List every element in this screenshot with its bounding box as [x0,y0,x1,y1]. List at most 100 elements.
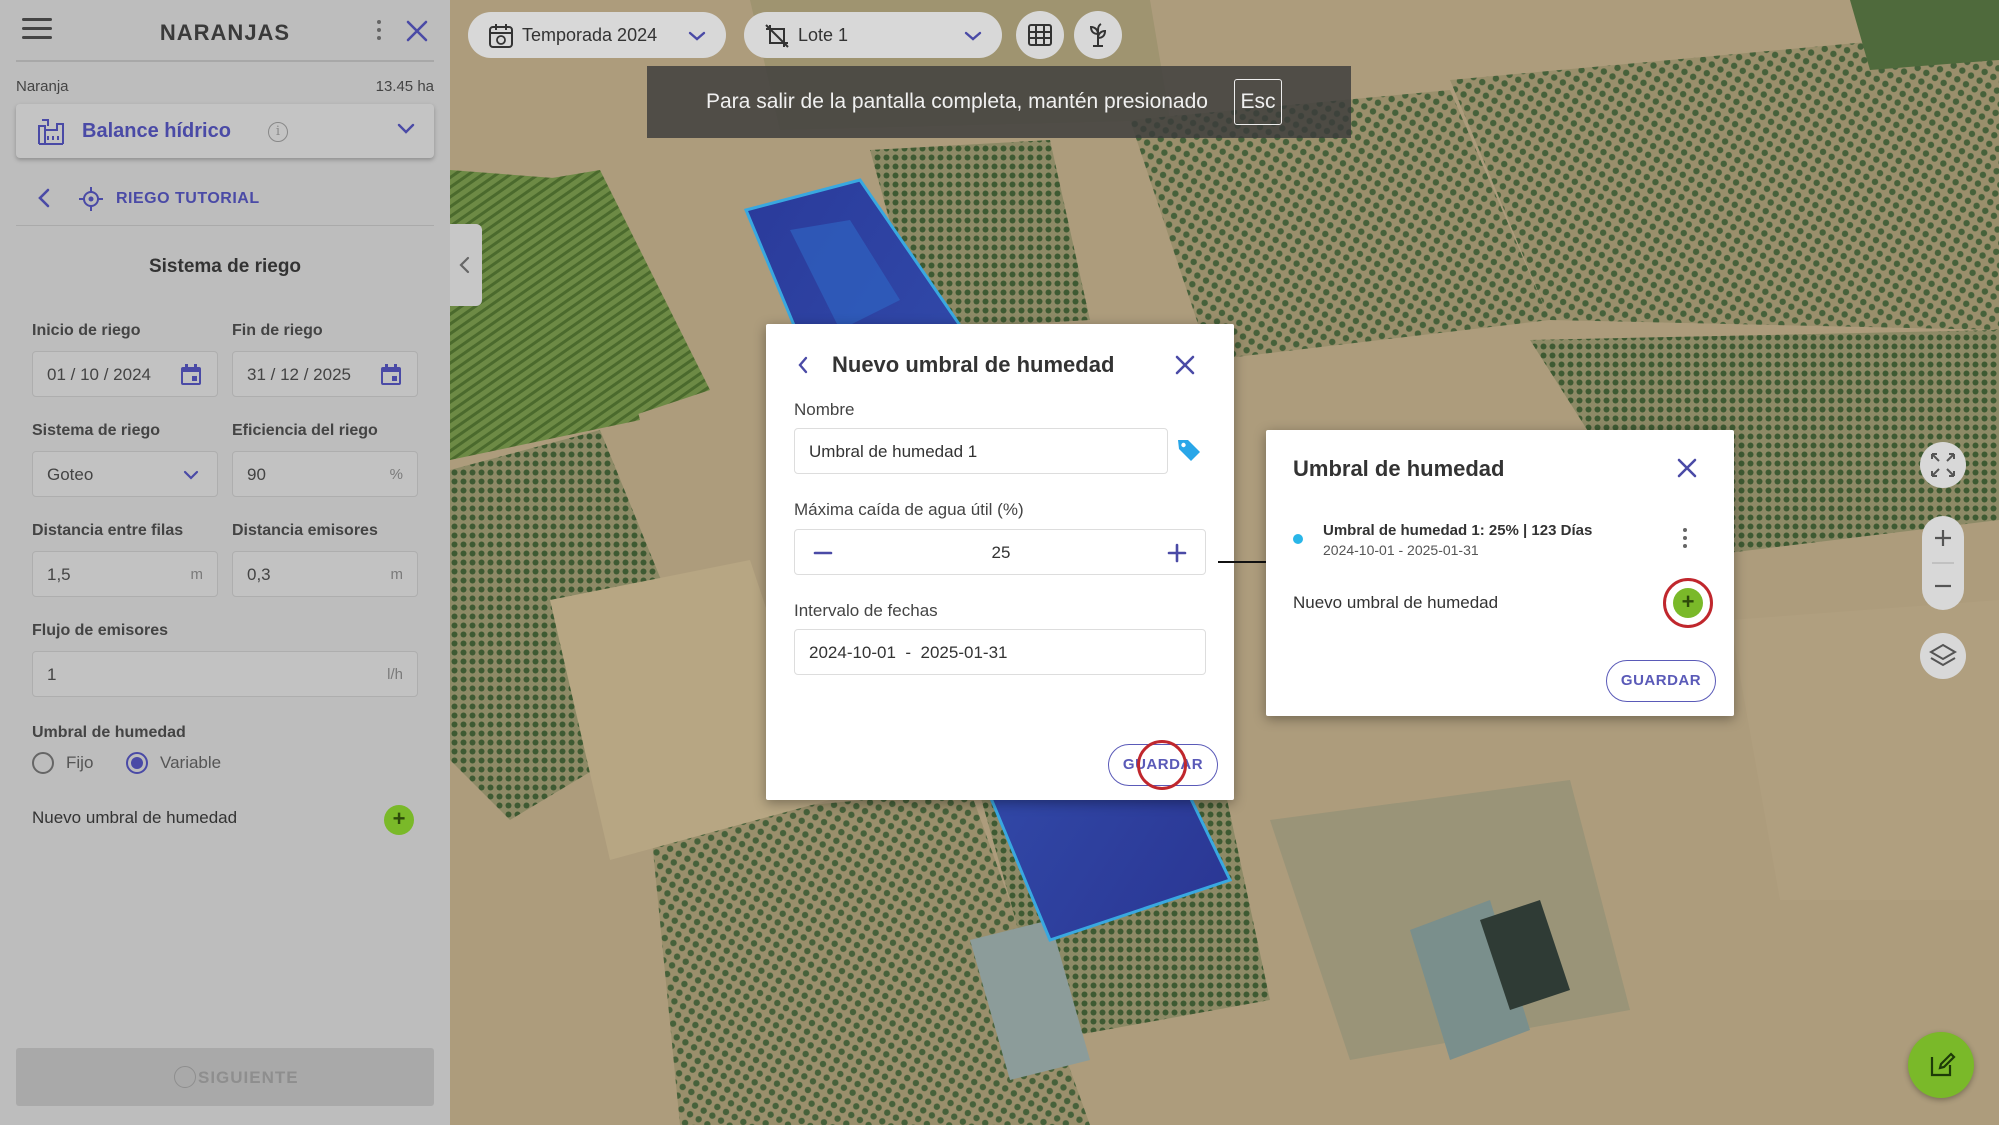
radio-variable-circle [126,752,148,774]
date-interval-value: 2024-10-01 - 2025-01-31 [809,643,1008,662]
umbral-humedad-label: Umbral de humedad [32,724,186,741]
sistema-riego-select[interactable]: Goteo [32,451,218,497]
layers-icon [1929,643,1957,667]
distancia-emisores-input[interactable]: 0,3 m [232,551,418,597]
zoom-in-icon [1935,530,1951,546]
eficiencia-unit: % [389,466,403,483]
eficiencia-value: 90 [247,465,266,484]
fin-riego-label: Fin de riego [232,322,323,339]
tutorial-row: RIEGO TUTORIAL [16,174,434,226]
calendar-season-icon [488,23,514,54]
fin-riego-date-field[interactable]: 31 / 12 / 2025 [232,351,418,397]
date-interval-input[interactable]: 2024-10-01 - 2025-01-31 [794,629,1206,675]
close-icon[interactable] [404,18,430,44]
sistema-riego-value: Goteo [47,465,94,484]
irrigation-icon [36,116,66,151]
sidebar-panel: NARANJAS Naranja 13.45 ha Balance hídric… [0,0,450,1125]
back-arrow-icon[interactable] [796,354,810,381]
max-drop-stepper[interactable]: 25 [794,529,1206,575]
close-icon[interactable] [1676,457,1698,484]
next-button-label: SIGUIENTE [198,1068,299,1087]
umbral-list-modal: Umbral de humedad Umbral de humedad 1: 2… [1266,430,1734,716]
sidebar-header: NARANJAS [16,0,434,62]
chevron-down-icon [964,26,982,47]
distancia-filas-input[interactable]: 1,5 m [32,551,218,597]
fullscreen-banner: Para salir de la pantalla completa, mant… [647,66,1351,138]
modal-title: Nuevo umbral de humedad [832,352,1115,377]
close-icon[interactable] [1174,354,1196,381]
radio-variable-label: Variable [160,753,222,772]
umbral-item-title[interactable]: Umbral de humedad 1: 25% | 123 Días [1323,522,1592,539]
esc-key-badge: Esc [1234,79,1282,125]
name-label: Nombre [794,400,855,419]
save-button[interactable]: GUARDAR [1606,660,1716,702]
calendar-icon[interactable] [179,363,203,392]
plant-icon [1089,23,1107,47]
more-options-icon[interactable] [374,20,384,44]
new-umbral-label: Nuevo umbral de humedad [1293,593,1499,612]
more-options-icon[interactable] [1680,528,1690,552]
distancia-filas-label: Distancia entre filas [32,522,184,539]
table-icon [1028,24,1052,46]
flujo-emisores-value: 1 [47,665,57,684]
tag-icon[interactable] [1176,437,1202,468]
layers-button[interactable] [1920,633,1966,679]
lot-label: Lote 1 [798,25,849,45]
max-drop-label: Máxima caída de agua útil (%) [794,500,1024,519]
date-interval-label: Intervalo de fechas [794,601,938,620]
collapse-sidebar-button[interactable] [450,224,482,306]
hamburger-menu-icon[interactable] [22,18,52,42]
zoom-control [1922,516,1964,610]
crop-name: Naranja [16,78,69,95]
distancia-emisores-label: Distancia emisores [232,522,378,539]
module-selector[interactable]: Balance hídrico i [16,104,434,158]
max-drop-value: 25 [991,543,1011,562]
chevron-down-icon [396,122,416,141]
lot-selector[interactable]: Lote 1 [744,12,1002,58]
distancia-filas-value: 1,5 [47,565,71,584]
chevron-down-icon [688,26,706,47]
season-selector[interactable]: Temporada 2024 [468,12,726,58]
edit-fab-button[interactable] [1908,1032,1974,1098]
back-arrow-icon[interactable] [36,186,52,215]
eficiencia-label: Eficiencia del riego [232,422,378,439]
radio-fijo-label: Fijo [66,753,94,772]
add-umbral-button[interactable]: + [384,805,414,835]
tutorial-label: RIEGO TUTORIAL [116,190,260,207]
add-umbral-button[interactable]: + [1673,588,1703,618]
flujo-emisores-unit: l/h [387,666,403,683]
recenter-button[interactable] [1920,442,1966,488]
name-input[interactable]: Umbral de humedad 1 [794,428,1168,474]
radio-fijo-circle [32,752,54,774]
farm-title: NARANJAS [159,20,291,45]
new-umbral-modal: Nuevo umbral de humedad Nombre Umbral de… [766,324,1234,800]
info-icon[interactable]: i [268,122,288,142]
flujo-emisores-label: Flujo de emisores [32,622,169,639]
check-circle-icon [174,1066,196,1088]
name-input-value: Umbral de humedad 1 [809,442,978,461]
edit-icon [1930,1052,1956,1077]
plus-icon[interactable] [1163,539,1191,572]
crop-area: 13.45 ha [375,78,434,95]
focus-icon [1931,453,1955,477]
inicio-riego-label: Inicio de riego [32,322,141,339]
calendar-icon[interactable] [379,363,403,392]
crop-off-icon [764,23,790,54]
plant-button[interactable] [1074,11,1122,59]
inicio-riego-date-field[interactable]: 01 / 10 / 2024 [32,351,218,397]
chevron-left-icon [459,256,470,274]
eficiencia-input[interactable]: 90 % [232,451,418,497]
inicio-riego-value: 01 / 10 / 2024 [47,365,151,384]
zoom-control-graphic [1932,530,1954,588]
table-view-button[interactable] [1016,11,1064,59]
distancia-emisores-unit: m [390,566,404,583]
section-title: Sistema de riego [148,256,302,277]
crop-info-row: Naranja 13.45 ha [16,78,434,95]
new-umbral-label: Nuevo umbral de humedad [32,808,238,827]
next-button[interactable]: SIGUIENTE [16,1048,434,1106]
save-button[interactable]: GUARDAR [1108,744,1218,786]
chevron-down-icon [183,466,199,486]
fin-riego-value: 31 / 12 / 2025 [247,365,351,384]
flujo-emisores-input[interactable]: 1 l/h [32,651,418,697]
sistema-riego-label: Sistema de riego [32,422,161,439]
